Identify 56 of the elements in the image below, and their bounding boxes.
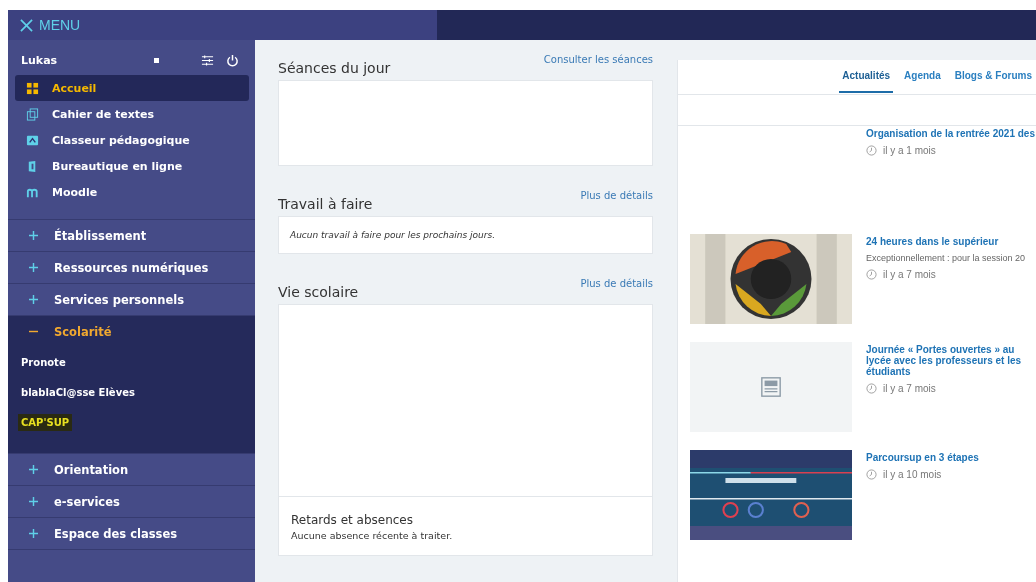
details-link[interactable]: Plus de détails (580, 278, 653, 289)
user-name: Lukas (21, 54, 59, 67)
nav-section[interactable]: Ressources numériques (8, 252, 255, 283)
plus-icon (29, 231, 38, 240)
clock-icon (866, 383, 877, 394)
notebook-icon (26, 107, 39, 121)
news-title-link[interactable]: 24 heures dans le supérieur (866, 236, 1036, 247)
folder-icon (26, 133, 39, 147)
tab[interactable]: Agenda (901, 70, 944, 91)
plus-icon (29, 295, 38, 304)
clock-icon (866, 469, 877, 480)
nav-link[interactable]: Pronote (18, 353, 69, 371)
empty-message: Aucune absence récente à traiter. (291, 530, 454, 541)
subsection-title: Retards et absences (291, 513, 414, 527)
nav-section[interactable]: Scolarité (8, 316, 255, 347)
close-icon (20, 18, 33, 32)
tab[interactable]: Actualités (839, 70, 894, 93)
grid-icon (26, 81, 39, 95)
section-title: Séances du jour (278, 60, 391, 76)
nav-section[interactable]: Services personnels (8, 284, 255, 315)
nav-section[interactable]: Orientation (8, 454, 255, 485)
plus-icon (29, 465, 38, 474)
menu-button[interactable]: MENU (20, 17, 81, 33)
nav-section[interactable]: Espace des classes (8, 518, 255, 549)
nav-link[interactable]: CAP'SUP (18, 413, 73, 431)
news-title-link[interactable]: Organisation de la rentrée 2021 des (866, 128, 1036, 139)
news-title-link[interactable]: Journée « Portes ouvertes » au lycée avec les professeurs et les étudiants (866, 344, 1036, 377)
power-icon[interactable] (226, 54, 239, 67)
nav-section[interactable]: e-services (8, 486, 255, 517)
nav-link[interactable]: blablaCl@sse Elèves (18, 383, 138, 401)
nav-item[interactable]: Cahier de textes (15, 101, 249, 127)
news-title-link[interactable]: Parcoursup en 3 étapes (866, 452, 1036, 463)
section-title: Travail à faire (278, 196, 373, 212)
section-title: Vie scolaire (278, 284, 359, 300)
details-link[interactable]: Consulter les séances (543, 54, 653, 65)
image-placeholder-icon (760, 376, 782, 398)
news-summary: Exceptionnellement : pour la session 20 (866, 253, 1027, 263)
news-time: il y a 7 mois (883, 383, 936, 394)
status-icon (154, 58, 159, 63)
plus-icon (29, 263, 38, 272)
clock-icon (866, 145, 877, 156)
news-time: il y a 10 mois (883, 469, 942, 480)
nav-section[interactable]: Établissement (8, 220, 255, 251)
details-link[interactable]: Plus de détails (580, 190, 653, 201)
empty-message: Aucun travail à faire pour les prochains jours. (290, 230, 496, 240)
settings-icon[interactable] (201, 54, 214, 67)
nav-item[interactable]: Moodle (15, 179, 249, 205)
nav-item[interactable]: Classeur pédagogique (15, 127, 249, 153)
nav-item[interactable]: Bureautique en ligne (15, 153, 249, 179)
clock-icon (866, 269, 877, 280)
news-time: il y a 1 mois (883, 145, 936, 156)
plus-icon (29, 497, 38, 506)
tab[interactable]: Blogs & Forums (951, 70, 1035, 91)
plus-icon (29, 529, 38, 538)
nav-item[interactable]: Accueil (15, 75, 249, 101)
news-time: il y a 7 mois (883, 269, 936, 280)
